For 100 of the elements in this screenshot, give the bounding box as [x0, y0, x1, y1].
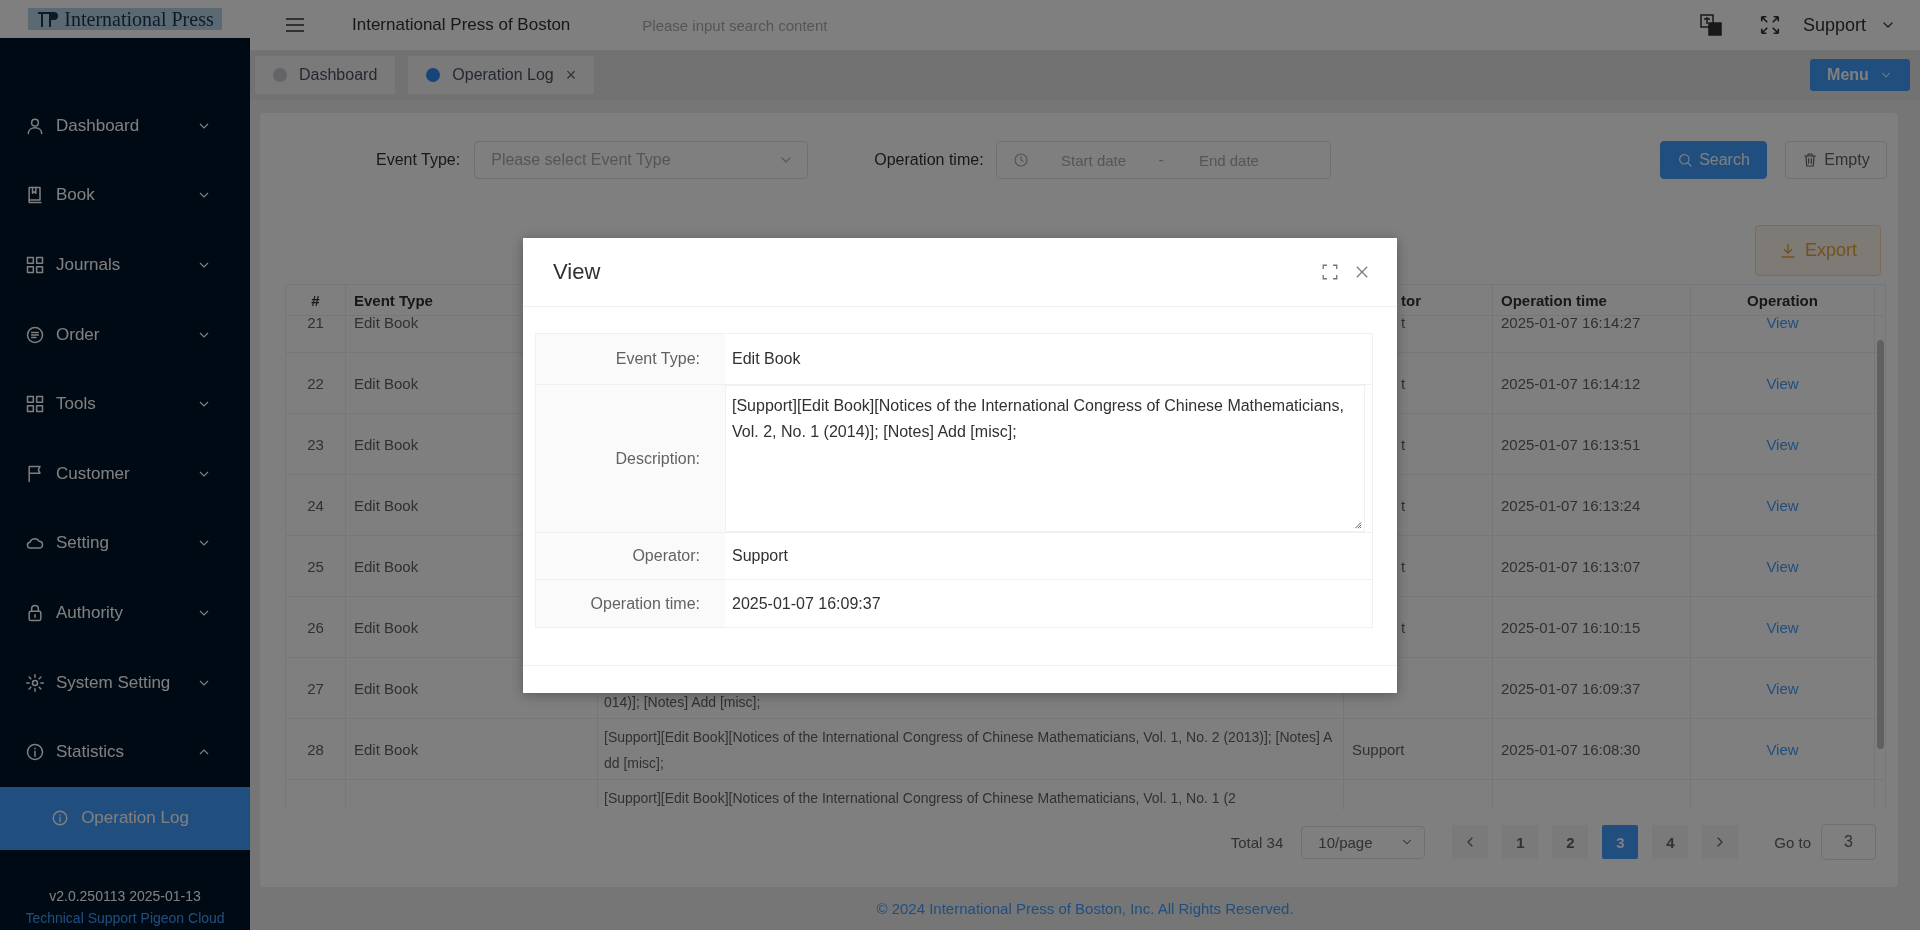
sidebar-subitem[interactable]: Operation Log: [0, 786, 250, 850]
page-input[interactable]: 3: [1821, 824, 1876, 860]
table-cell: 2025-01-07 16:14:27: [1501, 316, 1641, 331]
table-cell: t: [1401, 557, 1406, 575]
resize-handle-icon[interactable]: [1352, 519, 1362, 529]
row-number: 28: [307, 740, 324, 758]
table-cell: 2025-01-07 16:09:37: [1501, 679, 1641, 697]
table-cell: t: [1401, 374, 1406, 392]
info-icon: [25, 742, 45, 763]
page-button[interactable]: 3: [1602, 825, 1639, 859]
export-button[interactable]: Export: [1755, 225, 1881, 276]
field-label: Operation time:: [874, 151, 984, 169]
table-cell: t: [1401, 618, 1406, 636]
row-number: 26: [307, 618, 324, 636]
version-text: v2.0.250113 2025-01-13: [49, 888, 201, 904]
tab[interactable]: Dashboard: [255, 56, 396, 94]
field-value: Support: [732, 547, 789, 565]
app-title: International Press of Boston: [352, 15, 571, 35]
table-cell: t: [1401, 316, 1406, 331]
trash-icon: [1802, 152, 1819, 168]
table-cell: Edit Book: [354, 496, 419, 514]
gear-icon: [25, 672, 45, 693]
view-link[interactable]: View: [1766, 316, 1799, 331]
view-link[interactable]: View: [1766, 679, 1799, 697]
sidebar-item[interactable]: Customer: [0, 438, 250, 509]
table-cell: Edit Book: [354, 679, 419, 697]
page-button[interactable]: 2: [1552, 825, 1589, 859]
column-header: #: [311, 291, 320, 309]
table-cell: 2025-01-07 16:10:15: [1501, 618, 1641, 636]
sidebar-item[interactable]: Authority: [0, 578, 250, 648]
sidebar-item[interactable]: Statistics: [0, 717, 250, 787]
view-link[interactable]: View: [1766, 740, 1799, 758]
fullscreen-icon[interactable]: [1321, 263, 1339, 281]
field-value: 2025-01-07 16:09:37: [732, 594, 881, 613]
scrollbar-thumb[interactable]: [1877, 340, 1884, 749]
sidebar-item[interactable]: Setting: [0, 508, 250, 579]
grid-icon: [25, 394, 45, 415]
sidebar-item[interactable]: Tools: [0, 369, 250, 439]
sidebar-item[interactable]: Dashboard: [0, 91, 250, 161]
table-cell-text: 014)]; [Notes] Add [misc];: [604, 693, 761, 712]
logo-text: International Press: [64, 7, 214, 31]
book-icon: [25, 185, 45, 206]
row-number: 21: [307, 316, 324, 331]
copyright-text: © 2024 International Press of Boston, Inc. All Rights Reserved.: [876, 900, 1294, 917]
table-cell: Edit Book: [354, 557, 419, 575]
table-cell: Edit Book: [354, 740, 419, 758]
table-cell: 2025-01-07 16:08:30: [1501, 740, 1641, 758]
table-cell-text: [Support][Edit Book][Notices of the International Congress of Chinese Mathematicians, Vol. 1, No. 1 (2: [604, 789, 1236, 808]
menu-button[interactable]: Menu: [1810, 59, 1910, 91]
view-link[interactable]: View: [1766, 496, 1799, 514]
table-cell: Edit Book: [354, 618, 419, 636]
description-field[interactable]: [Support][Edit Book][Notices of the International Congress of Chinese Mathematicians, Vol. 2, No. 1 (2014)]; [Notes] Add [misc];: [725, 385, 1365, 532]
view-link[interactable]: View: [1766, 618, 1799, 636]
column-header: Event Type: [354, 291, 433, 309]
row-number: 25: [307, 557, 324, 575]
table-cell: Edit Book: [354, 374, 419, 392]
row-number: 24: [307, 496, 324, 514]
view-link[interactable]: View: [1766, 374, 1799, 392]
table-cell: 2025-01-07 16:13:51: [1501, 435, 1641, 453]
sidebar-item[interactable]: Book: [0, 160, 250, 231]
table-cell: t: [1401, 435, 1406, 453]
logo-mark-icon: [36, 9, 61, 29]
total-count: Total 34: [1230, 833, 1284, 851]
clear-button[interactable]: Empty: [1785, 141, 1887, 179]
support-link[interactable]: Technical Support Pigeon Cloud: [25, 910, 225, 926]
page-button[interactable]: 1: [1502, 825, 1539, 859]
row-number: 23: [307, 435, 324, 453]
field-label: Operator:: [632, 547, 700, 565]
view-link[interactable]: View: [1766, 435, 1799, 453]
column-header: Operation time: [1501, 291, 1607, 309]
tab-dot: [426, 68, 441, 82]
dialog-title: View: [553, 259, 601, 285]
search-button[interactable]: Search: [1660, 141, 1767, 179]
user-menu[interactable]: Support: [1802, 14, 1896, 36]
table-cell: t: [1401, 496, 1406, 514]
info-icon: [51, 809, 70, 828]
page-button[interactable]: 4: [1652, 825, 1689, 859]
page-size-select[interactable]: 10/page: [1301, 825, 1426, 859]
table-cell: 2025-01-07 16:14:12: [1501, 374, 1641, 392]
goto-label: Go to: [1774, 833, 1811, 851]
download-icon: [1779, 241, 1797, 260]
sidebar-item[interactable]: Journals: [0, 230, 250, 300]
column-header: tor: [1401, 291, 1421, 309]
clock-icon: [1012, 152, 1029, 168]
table-cell: Edit Book: [354, 435, 419, 453]
table-cell: Edit Book: [354, 316, 419, 331]
tab[interactable]: Operation Log ×: [408, 56, 595, 94]
row-number: 27: [307, 679, 324, 697]
sidebar-item[interactable]: System Setting: [0, 647, 250, 718]
close-icon[interactable]: ×: [565, 64, 577, 86]
row-number: 22: [307, 374, 324, 392]
table-cell: Support: [1352, 740, 1405, 758]
fullscreen-icon[interactable]: [1758, 14, 1781, 36]
grid-icon: [25, 255, 45, 275]
sidebar-item[interactable]: Order: [0, 299, 250, 370]
field-label: Event Type:: [376, 151, 461, 169]
column-header: Operation: [1747, 291, 1818, 309]
view-link[interactable]: View: [1766, 557, 1799, 575]
field-label: Event Type:: [615, 350, 700, 368]
field-value: Edit Book: [732, 350, 801, 368]
